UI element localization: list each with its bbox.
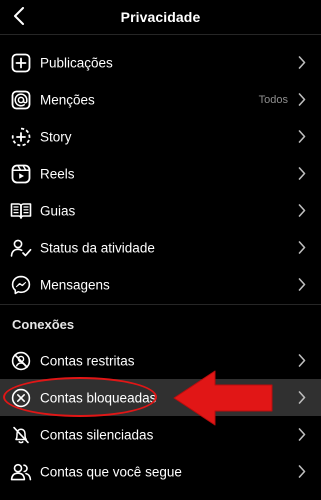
story-add-icon — [10, 126, 32, 148]
menu-item-publicacoes[interactable]: Publicações — [0, 44, 321, 81]
menu-item-status-atividade[interactable]: Status da atividade — [0, 229, 321, 266]
header-bar: Privacidade — [0, 0, 321, 35]
chevron-right-icon — [297, 241, 307, 255]
following-icon — [10, 461, 32, 483]
menu-item-mencoes[interactable]: Menções Todos — [0, 81, 321, 118]
chevron-right-icon — [297, 465, 307, 479]
menu-item-label: Menções — [40, 92, 95, 107]
menu-item-contas-restritas[interactable]: Contas restritas — [0, 342, 321, 379]
mentions-setting-value: Todos — [258, 93, 288, 106]
muted-bell-icon — [10, 424, 32, 446]
menu-item-label: Contas silenciadas — [40, 427, 154, 442]
menu-item-label: Mensagens — [40, 277, 110, 292]
menu-item-contas-silenciadas[interactable]: Contas silenciadas — [0, 416, 321, 453]
chevron-right-icon — [297, 93, 307, 107]
menu-item-label: Status da atividade — [40, 240, 155, 255]
chevron-right-icon — [297, 428, 307, 442]
section-divider — [0, 304, 321, 305]
restricted-icon — [10, 350, 32, 372]
menu-item-story[interactable]: Story — [0, 118, 321, 155]
messenger-icon — [10, 274, 32, 296]
chevron-right-icon — [297, 354, 307, 368]
menu-item-mensagens[interactable]: Mensagens — [0, 266, 321, 303]
menu-item-label: Contas restritas — [40, 353, 135, 368]
menu-item-label: Reels — [40, 166, 75, 181]
menu-item-label: Guias — [40, 203, 76, 218]
plus-square-icon — [10, 52, 32, 74]
chevron-right-icon — [297, 278, 307, 292]
menu-item-contas-que-voce-segue[interactable]: Contas que você segue — [0, 453, 321, 490]
guide-book-icon — [10, 200, 32, 222]
menu-item-label: Contas que você segue — [40, 464, 182, 479]
activity-status-icon — [10, 237, 32, 259]
menu-item-reels[interactable]: Reels — [0, 155, 321, 192]
chevron-right-icon — [297, 391, 307, 405]
menu-item-contas-bloqueadas[interactable]: Contas bloqueadas — [0, 379, 321, 416]
chevron-right-icon — [297, 204, 307, 218]
menu-item-label: Publicações — [40, 55, 113, 70]
section-title-conexoes: Conexões — [12, 317, 75, 332]
menu-item-label: Story — [40, 129, 72, 144]
at-sign-icon — [10, 89, 32, 111]
chevron-right-icon — [297, 56, 307, 70]
reels-icon — [10, 163, 32, 185]
chevron-right-icon — [297, 130, 307, 144]
blocked-icon — [10, 387, 32, 409]
menu-item-label: Contas bloqueadas — [40, 390, 157, 405]
page-title: Privacidade — [120, 9, 201, 25]
menu-item-guias[interactable]: Guias — [0, 192, 321, 229]
chevron-right-icon — [297, 167, 307, 181]
